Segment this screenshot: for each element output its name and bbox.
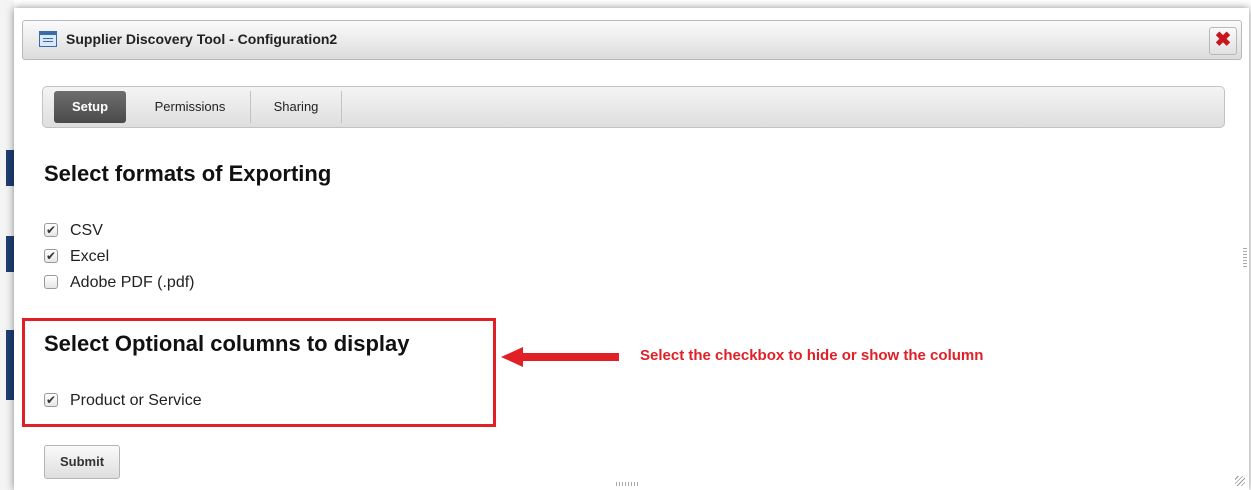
csv-label: CSV (70, 222, 103, 239)
tab-bar: Setup Permissions Sharing (42, 86, 1225, 128)
configuration-dialog: Supplier Discovery Tool - Configuration2… (14, 8, 1249, 490)
background-bar (6, 150, 14, 186)
product-checkbox[interactable]: ✔ (44, 392, 58, 407)
grip-dots (1243, 248, 1247, 268)
dialog-titlebar[interactable]: Supplier Discovery Tool - Configuration2… (22, 20, 1242, 60)
annotation-text: Select the checkbox to hide or show the … (640, 347, 984, 364)
pdf-label: Adobe PDF (.pdf) (70, 274, 195, 291)
background-bar (6, 364, 14, 400)
grip-dots (616, 482, 640, 486)
close-button[interactable]: ✖ (1209, 27, 1237, 55)
column-option-product[interactable]: ✔ Product or Service (44, 391, 202, 411)
export-option-csv[interactable]: ✔ CSV (44, 221, 103, 241)
export-option-pdf[interactable]: Adobe PDF (.pdf) (44, 273, 195, 293)
tab-permissions[interactable]: Permissions (130, 91, 251, 123)
close-icon: ✖ (1214, 29, 1232, 51)
window-icon (39, 31, 57, 47)
resize-grip-icon[interactable] (1235, 476, 1245, 486)
background-page (0, 0, 14, 490)
background-bar (6, 236, 14, 272)
tab-setup[interactable]: Setup (54, 91, 126, 123)
background-bar (6, 330, 14, 366)
optional-columns-heading: Select Optional columns to display (44, 331, 410, 356)
excel-checkbox[interactable]: ✔ (44, 248, 58, 263)
arrow-shaft (519, 353, 619, 361)
submit-button[interactable]: Submit (44, 445, 120, 479)
export-option-excel[interactable]: ✔ Excel (44, 247, 109, 267)
pdf-checkbox[interactable] (44, 274, 58, 289)
csv-checkbox[interactable]: ✔ (44, 222, 58, 237)
product-label: Product or Service (70, 392, 202, 409)
export-formats-heading: Select formats of Exporting (44, 161, 332, 186)
excel-label: Excel (70, 248, 110, 265)
tab-sharing[interactable]: Sharing (251, 91, 342, 123)
dialog-title: Supplier Discovery Tool - Configuration2 (66, 31, 338, 47)
